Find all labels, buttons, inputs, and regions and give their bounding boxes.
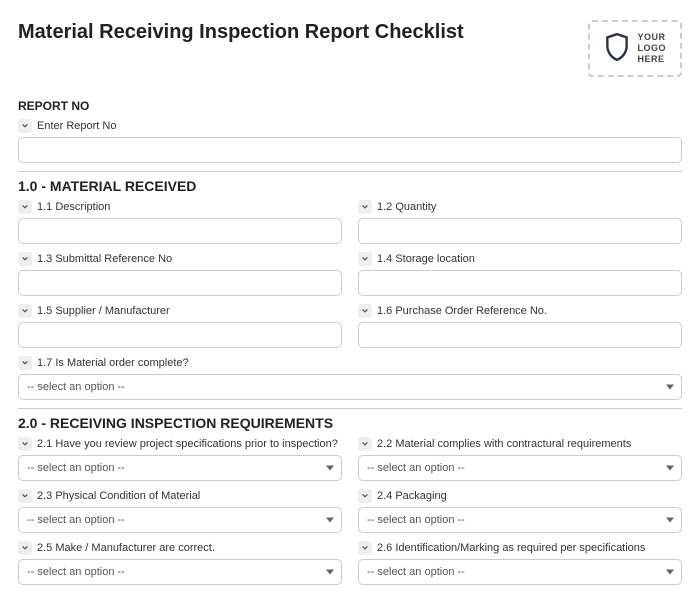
- chevron-down-icon[interactable]: [18, 356, 32, 370]
- physical-condition-select[interactable]: -- select an option --: [18, 507, 342, 533]
- field-label: 2.5 Make / Manufacturer are correct.: [37, 542, 215, 554]
- field-label: 1.3 Submittal Reference No: [37, 253, 172, 265]
- quantity-input[interactable]: [358, 218, 682, 244]
- chevron-down-icon[interactable]: [18, 119, 32, 133]
- submittal-ref-input[interactable]: [18, 270, 342, 296]
- logo-text: YOUR LOGO HERE: [638, 32, 667, 64]
- field-label: 2.2 Material complies with contractural …: [377, 438, 631, 450]
- chevron-down-icon[interactable]: [358, 200, 372, 214]
- storage-location-input[interactable]: [358, 270, 682, 296]
- report-no-input[interactable]: [18, 137, 682, 163]
- field-label: 1.1 Description: [37, 201, 110, 213]
- section-report-no-heading: REPORT NO: [18, 99, 682, 113]
- field-label: Enter Report No: [37, 120, 116, 132]
- chevron-down-icon[interactable]: [18, 437, 32, 451]
- field-label: 1.7 Is Material order complete?: [37, 357, 189, 369]
- shield-icon: [604, 32, 630, 65]
- chevron-down-icon[interactable]: [18, 489, 32, 503]
- page-title: Material Receiving Inspection Report Che…: [18, 20, 464, 44]
- chevron-down-icon[interactable]: [18, 304, 32, 318]
- field-label: 2.3 Physical Condition of Material: [37, 490, 200, 502]
- field-label: 2.4 Packaging: [377, 490, 447, 502]
- po-ref-input[interactable]: [358, 322, 682, 348]
- order-complete-select[interactable]: -- select an option --: [18, 374, 682, 400]
- field-label: 1.2 Quantity: [377, 201, 436, 213]
- chevron-down-icon[interactable]: [18, 252, 32, 266]
- make-correct-select[interactable]: -- select an option --: [18, 559, 342, 585]
- chevron-down-icon[interactable]: [358, 489, 372, 503]
- divider: [18, 408, 682, 409]
- field-label: 1.4 Storage location: [377, 253, 475, 265]
- chevron-down-icon[interactable]: [18, 200, 32, 214]
- description-input[interactable]: [18, 218, 342, 244]
- section-2-heading: 2.0 - RECEIVING INSPECTION REQUIREMENTS: [18, 415, 682, 431]
- field-label: 1.5 Supplier / Manufacturer: [37, 305, 170, 317]
- chevron-down-icon[interactable]: [358, 304, 372, 318]
- chevron-down-icon[interactable]: [358, 541, 372, 555]
- field-label: 1.6 Purchase Order Reference No.: [377, 305, 547, 317]
- chevron-down-icon[interactable]: [358, 437, 372, 451]
- section-1-heading: 1.0 - MATERIAL RECEIVED: [18, 178, 682, 194]
- field-label: 2.6 Identification/Marking as required p…: [377, 542, 645, 554]
- identification-select[interactable]: -- select an option --: [358, 559, 682, 585]
- logo-placeholder: YOUR LOGO HERE: [588, 20, 683, 77]
- field-label: 2.1 Have you review project specificatio…: [37, 438, 338, 450]
- material-complies-select[interactable]: -- select an option --: [358, 455, 682, 481]
- chevron-down-icon[interactable]: [358, 252, 372, 266]
- supplier-input[interactable]: [18, 322, 342, 348]
- divider: [18, 171, 682, 172]
- chevron-down-icon[interactable]: [18, 541, 32, 555]
- review-specs-select[interactable]: -- select an option --: [18, 455, 342, 481]
- packaging-select[interactable]: -- select an option --: [358, 507, 682, 533]
